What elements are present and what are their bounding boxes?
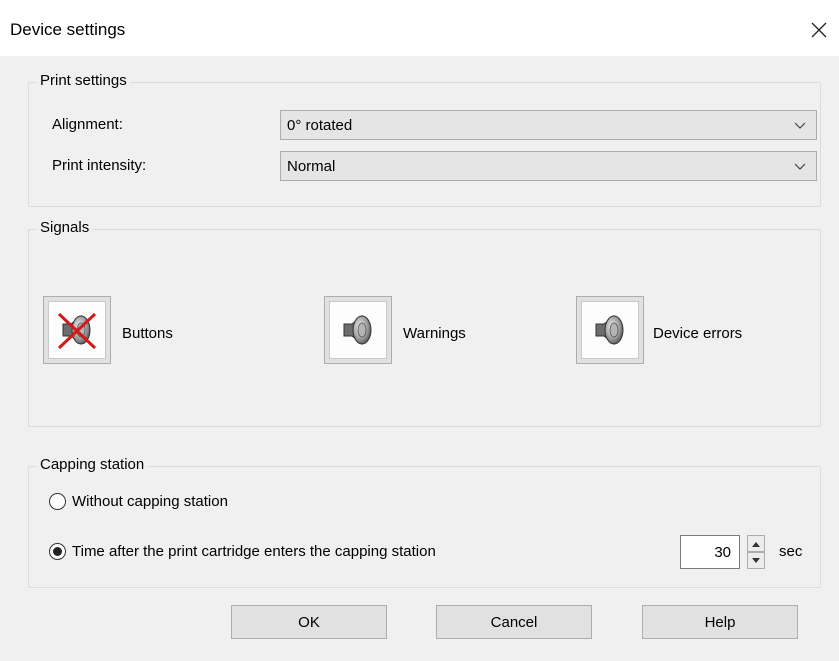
capping-time-value: 30	[714, 543, 731, 561]
without-capping-label[interactable]: Without capping station	[72, 493, 228, 510]
cancel-button[interactable]: Cancel	[436, 605, 592, 639]
time-increment-button[interactable]	[747, 535, 765, 552]
alignment-select[interactable]: 0° rotated	[280, 110, 817, 140]
alignment-label: Alignment:	[52, 116, 123, 133]
speaker-icon	[343, 314, 372, 346]
print-settings-label: Print settings	[37, 72, 130, 89]
device-errors-signal-toggle[interactable]	[576, 296, 644, 364]
device-errors-signal-label: Device errors	[653, 325, 743, 342]
without-capping-radio[interactable]	[49, 493, 66, 510]
buttons-signal-toggle[interactable]	[43, 296, 111, 364]
print-intensity-select[interactable]: Normal	[280, 151, 817, 181]
print-intensity-value: Normal	[287, 157, 336, 175]
capping-station-label: Capping station	[37, 456, 148, 473]
window-title: Device settings	[10, 20, 126, 39]
chevron-down-icon	[794, 163, 806, 170]
ok-button[interactable]: OK	[231, 605, 387, 639]
print-intensity-label: Print intensity:	[52, 157, 147, 174]
warnings-signal-label: Warnings	[403, 325, 466, 342]
time-capping-radio[interactable]	[49, 543, 66, 560]
chevron-down-icon	[794, 122, 806, 129]
time-unit-label: sec	[779, 543, 803, 560]
capping-time-input[interactable]: 30	[680, 535, 740, 569]
close-icon	[811, 22, 827, 38]
capping-station-group: Capping station	[28, 456, 821, 588]
signals-label: Signals	[37, 219, 93, 236]
speaker-icon	[595, 314, 624, 346]
speaker-muted-icon	[57, 312, 97, 350]
triangle-up-icon	[752, 541, 760, 547]
triangle-down-icon	[752, 557, 760, 563]
time-decrement-button[interactable]	[747, 552, 765, 569]
alignment-value: 0° rotated	[287, 116, 353, 134]
close-button[interactable]	[799, 10, 839, 50]
help-button[interactable]: Help	[642, 605, 798, 639]
print-settings-group: Print settings	[28, 72, 821, 207]
time-capping-label[interactable]: Time after the print cartridge enters th…	[72, 543, 436, 560]
title-bar: Device settings	[0, 0, 839, 56]
buttons-signal-label: Buttons	[122, 325, 173, 342]
warnings-signal-toggle[interactable]	[324, 296, 392, 364]
